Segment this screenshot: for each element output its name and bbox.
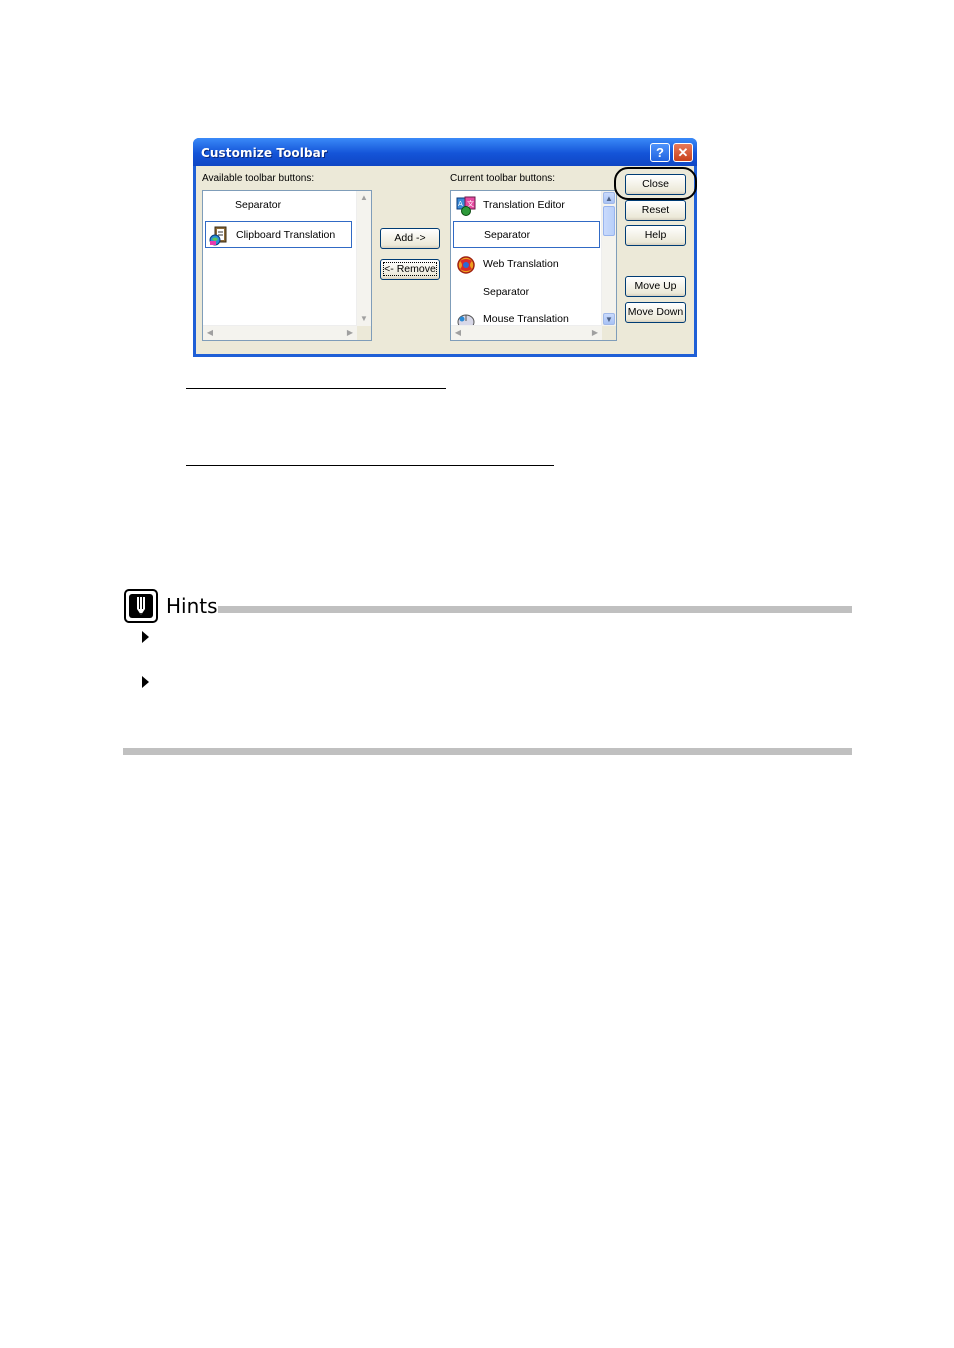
dialog-client-area: Available toolbar buttons: Current toolb… bbox=[196, 166, 697, 354]
underline-rule bbox=[186, 465, 554, 466]
close-button-highlight bbox=[614, 167, 697, 200]
customize-toolbar-dialog: Customize Toolbar ? ✕ Available toolbar … bbox=[193, 138, 697, 357]
move-down-button[interactable]: Move Down bbox=[625, 302, 686, 323]
svg-text:A: A bbox=[458, 200, 463, 208]
move-up-button[interactable]: Move Up bbox=[625, 276, 686, 297]
scroll-thumb[interactable] bbox=[603, 206, 615, 236]
available-buttons-list[interactable]: Separator Clipboard Translation ▲ ▼ ◀ ▶ bbox=[202, 190, 372, 341]
horizontal-scrollbar[interactable]: ◀ ▶ bbox=[451, 325, 602, 340]
translation-editor-icon: A 文 bbox=[456, 196, 476, 216]
scroll-left-icon[interactable]: ◀ bbox=[452, 327, 464, 339]
hints-header-rule bbox=[218, 606, 852, 613]
scroll-down-icon[interactable]: ▼ bbox=[358, 313, 370, 325]
vertical-scrollbar[interactable]: ▲ ▼ bbox=[601, 191, 616, 326]
dialog-title: Customize Toolbar bbox=[201, 146, 327, 160]
list-item[interactable]: Separator bbox=[453, 279, 600, 306]
help-icon[interactable]: ? bbox=[650, 143, 670, 162]
list-item[interactable]: A 文 Translation Editor bbox=[453, 192, 600, 219]
scroll-left-icon[interactable]: ◀ bbox=[204, 327, 216, 339]
hints-title: Hints bbox=[166, 594, 218, 618]
current-buttons-list[interactable]: A 文 Translation Editor Separator Web Tra… bbox=[450, 190, 617, 341]
horizontal-scrollbar[interactable]: ◀ ▶ bbox=[203, 325, 357, 340]
scroll-down-icon[interactable]: ▼ bbox=[603, 313, 615, 325]
web-translation-icon bbox=[457, 256, 475, 274]
scroll-corner bbox=[602, 326, 616, 340]
scroll-right-icon[interactable]: ▶ bbox=[589, 327, 601, 339]
hints-footer-rule bbox=[123, 748, 852, 755]
close-icon[interactable]: ✕ bbox=[673, 143, 693, 162]
scroll-up-icon[interactable]: ▲ bbox=[603, 192, 615, 204]
vertical-scrollbar[interactable]: ▲ ▼ bbox=[356, 191, 371, 326]
bullet-arrow-icon bbox=[142, 631, 149, 643]
dialog-titlebar[interactable]: Customize Toolbar ? ✕ bbox=[193, 138, 697, 166]
scroll-corner bbox=[357, 326, 371, 340]
scroll-up-icon[interactable]: ▲ bbox=[358, 192, 370, 204]
pencil-note-icon bbox=[124, 589, 158, 623]
current-buttons-label: Current toolbar buttons: bbox=[450, 173, 556, 184]
add-button[interactable]: Add -> bbox=[380, 228, 440, 249]
clipboard-translation-icon bbox=[209, 226, 227, 246]
bullet-arrow-icon bbox=[142, 676, 149, 688]
list-item[interactable]: Separator bbox=[453, 221, 600, 248]
underline-rule bbox=[186, 388, 446, 389]
remove-button[interactable]: <- Remove bbox=[380, 259, 440, 280]
available-buttons-label: Available toolbar buttons: bbox=[202, 173, 315, 184]
list-item[interactable]: Clipboard Translation bbox=[205, 221, 352, 248]
help-button[interactable]: Help bbox=[625, 225, 686, 246]
scroll-right-icon[interactable]: ▶ bbox=[344, 327, 356, 339]
list-item[interactable]: Separator bbox=[205, 192, 352, 219]
reset-button[interactable]: Reset bbox=[625, 200, 686, 221]
list-item[interactable]: Web Translation bbox=[453, 251, 600, 278]
